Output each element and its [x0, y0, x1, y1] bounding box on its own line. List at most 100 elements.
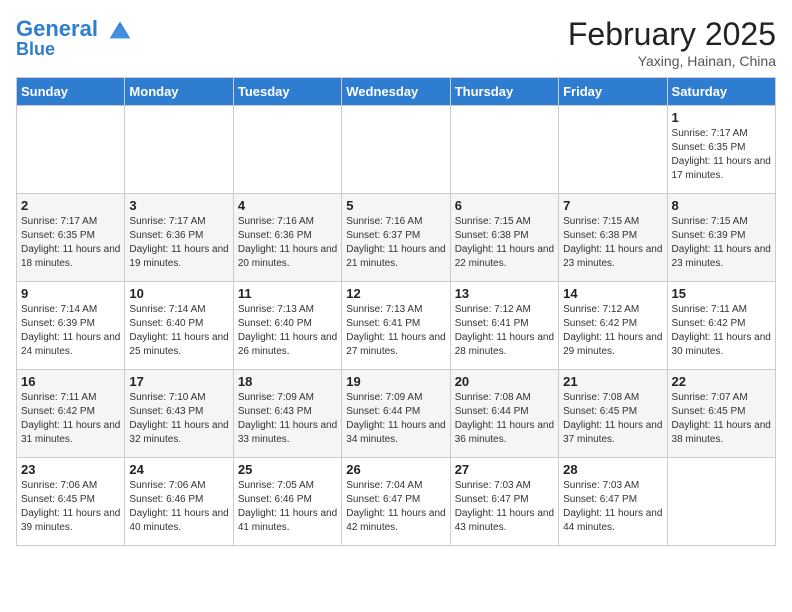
day-number: 11	[238, 286, 337, 301]
day-number: 28	[563, 462, 662, 477]
day-info: Sunrise: 7:09 AM Sunset: 6:43 PM Dayligh…	[238, 391, 337, 447]
calendar-cell: 12 Sunrise: 7:13 AM Sunset: 6:41 PM Dayli…	[342, 282, 450, 370]
day-number: 1	[672, 110, 771, 125]
day-of-week-header: Thursday	[450, 78, 558, 106]
calendar-week-row: 9 Sunrise: 7:14 AM Sunset: 6:39 PM Daylig…	[17, 282, 776, 370]
day-of-week-header: Wednesday	[342, 78, 450, 106]
day-info: Sunrise: 7:17 AM Sunset: 6:35 PM Dayligh…	[672, 127, 771, 183]
day-number: 10	[129, 286, 228, 301]
calendar-table: SundayMondayTuesdayWednesdayThursdayFrid…	[16, 77, 776, 546]
day-info: Sunrise: 7:13 AM Sunset: 6:41 PM Dayligh…	[346, 303, 445, 359]
day-info: Sunrise: 7:17 AM Sunset: 6:36 PM Dayligh…	[129, 215, 228, 271]
day-number: 7	[563, 198, 662, 213]
day-number: 13	[455, 286, 554, 301]
day-number: 25	[238, 462, 337, 477]
calendar-cell: 9 Sunrise: 7:14 AM Sunset: 6:39 PM Daylig…	[17, 282, 125, 370]
day-info: Sunrise: 7:13 AM Sunset: 6:40 PM Dayligh…	[238, 303, 337, 359]
calendar-cell: 15 Sunrise: 7:11 AM Sunset: 6:42 PM Dayli…	[667, 282, 775, 370]
day-number: 6	[455, 198, 554, 213]
day-info: Sunrise: 7:14 AM Sunset: 6:39 PM Dayligh…	[21, 303, 120, 359]
day-info: Sunrise: 7:12 AM Sunset: 6:42 PM Dayligh…	[563, 303, 662, 359]
day-number: 5	[346, 198, 445, 213]
day-info: Sunrise: 7:09 AM Sunset: 6:44 PM Dayligh…	[346, 391, 445, 447]
calendar-cell: 21Sunrise: 7:08 AM Sunset: 6:45 PM Dayli…	[559, 370, 667, 458]
calendar-week-row: 16 Sunrise: 7:11 AM Sunset: 6:42 PM Dayli…	[17, 370, 776, 458]
day-of-week-header: Sunday	[17, 78, 125, 106]
day-number: 20	[455, 374, 554, 389]
day-info: Sunrise: 7:11 AM Sunset: 6:42 PM Dayligh…	[21, 391, 120, 447]
calendar-cell	[450, 106, 558, 194]
day-info: Sunrise: 7:17 AM Sunset: 6:35 PM Dayligh…	[21, 215, 120, 271]
calendar-cell: 22 Sunrise: 7:07 AM Sunset: 6:45 PM Dayli…	[667, 370, 775, 458]
page-header: General Blue February 2025 Yaxing, Haina…	[16, 16, 776, 69]
calendar-cell: 19Sunrise: 7:09 AM Sunset: 6:44 PM Dayli…	[342, 370, 450, 458]
day-info: Sunrise: 7:16 AM Sunset: 6:36 PM Dayligh…	[238, 215, 337, 271]
day-number: 27	[455, 462, 554, 477]
logo-icon	[106, 16, 134, 44]
day-number: 9	[21, 286, 120, 301]
calendar-cell: 25Sunrise: 7:05 AM Sunset: 6:46 PM Dayli…	[233, 458, 341, 546]
calendar-cell	[17, 106, 125, 194]
day-of-week-header: Saturday	[667, 78, 775, 106]
calendar-cell: 7 Sunrise: 7:15 AM Sunset: 6:38 PM Daylig…	[559, 194, 667, 282]
calendar-cell: 17 Sunrise: 7:10 AM Sunset: 6:43 PM Dayli…	[125, 370, 233, 458]
calendar-cell: 16 Sunrise: 7:11 AM Sunset: 6:42 PM Dayli…	[17, 370, 125, 458]
calendar-cell: 10Sunrise: 7:14 AM Sunset: 6:40 PM Dayli…	[125, 282, 233, 370]
day-info: Sunrise: 7:15 AM Sunset: 6:38 PM Dayligh…	[563, 215, 662, 271]
location: Yaxing, Hainan, China	[568, 53, 776, 69]
day-number: 4	[238, 198, 337, 213]
day-number: 2	[21, 198, 120, 213]
day-number: 14	[563, 286, 662, 301]
calendar-cell	[125, 106, 233, 194]
day-info: Sunrise: 7:04 AM Sunset: 6:47 PM Dayligh…	[346, 479, 445, 535]
day-number: 17	[129, 374, 228, 389]
day-info: Sunrise: 7:08 AM Sunset: 6:45 PM Dayligh…	[563, 391, 662, 447]
day-info: Sunrise: 7:16 AM Sunset: 6:37 PM Dayligh…	[346, 215, 445, 271]
calendar-cell: 26 Sunrise: 7:04 AM Sunset: 6:47 PM Dayli…	[342, 458, 450, 546]
day-info: Sunrise: 7:03 AM Sunset: 6:47 PM Dayligh…	[455, 479, 554, 535]
day-number: 15	[672, 286, 771, 301]
calendar-cell: 13 Sunrise: 7:12 AM Sunset: 6:41 PM Dayli…	[450, 282, 558, 370]
calendar-cell: 11 Sunrise: 7:13 AM Sunset: 6:40 PM Dayli…	[233, 282, 341, 370]
title-block: February 2025 Yaxing, Hainan, China	[568, 16, 776, 69]
day-info: Sunrise: 7:07 AM Sunset: 6:45 PM Dayligh…	[672, 391, 771, 447]
day-info: Sunrise: 7:15 AM Sunset: 6:38 PM Dayligh…	[455, 215, 554, 271]
day-number: 26	[346, 462, 445, 477]
calendar-cell: 27 Sunrise: 7:03 AM Sunset: 6:47 PM Dayli…	[450, 458, 558, 546]
logo: General Blue	[16, 16, 134, 60]
day-number: 22	[672, 374, 771, 389]
day-info: Sunrise: 7:15 AM Sunset: 6:39 PM Dayligh…	[672, 215, 771, 271]
day-number: 8	[672, 198, 771, 213]
day-number: 18	[238, 374, 337, 389]
calendar-cell: 23Sunrise: 7:06 AM Sunset: 6:45 PM Dayli…	[17, 458, 125, 546]
calendar-cell: 4 Sunrise: 7:16 AM Sunset: 6:36 PM Daylig…	[233, 194, 341, 282]
day-number: 23	[21, 462, 120, 477]
calendar-cell	[667, 458, 775, 546]
day-of-week-header: Friday	[559, 78, 667, 106]
day-number: 16	[21, 374, 120, 389]
calendar-cell: 24 Sunrise: 7:06 AM Sunset: 6:46 PM Dayli…	[125, 458, 233, 546]
calendar-cell: 14 Sunrise: 7:12 AM Sunset: 6:42 PM Dayli…	[559, 282, 667, 370]
day-info: Sunrise: 7:10 AM Sunset: 6:43 PM Dayligh…	[129, 391, 228, 447]
day-number: 12	[346, 286, 445, 301]
calendar-week-row: 1 Sunrise: 7:17 AM Sunset: 6:35 PM Daylig…	[17, 106, 776, 194]
day-of-week-header: Monday	[125, 78, 233, 106]
day-info: Sunrise: 7:06 AM Sunset: 6:46 PM Dayligh…	[129, 479, 228, 535]
day-of-week-header: Tuesday	[233, 78, 341, 106]
calendar-header-row: SundayMondayTuesdayWednesdayThursdayFrid…	[17, 78, 776, 106]
day-number: 24	[129, 462, 228, 477]
calendar-cell: 20 Sunrise: 7:08 AM Sunset: 6:44 PM Dayli…	[450, 370, 558, 458]
calendar-cell: 1 Sunrise: 7:17 AM Sunset: 6:35 PM Daylig…	[667, 106, 775, 194]
day-info: Sunrise: 7:12 AM Sunset: 6:41 PM Dayligh…	[455, 303, 554, 359]
calendar-week-row: 23Sunrise: 7:06 AM Sunset: 6:45 PM Dayli…	[17, 458, 776, 546]
calendar-cell: 28Sunrise: 7:03 AM Sunset: 6:47 PM Dayli…	[559, 458, 667, 546]
calendar-cell: 5 Sunrise: 7:16 AM Sunset: 6:37 PM Daylig…	[342, 194, 450, 282]
calendar-body: 1 Sunrise: 7:17 AM Sunset: 6:35 PM Daylig…	[17, 106, 776, 546]
calendar-cell: 6 Sunrise: 7:15 AM Sunset: 6:38 PM Daylig…	[450, 194, 558, 282]
calendar-week-row: 2 Sunrise: 7:17 AM Sunset: 6:35 PM Daylig…	[17, 194, 776, 282]
day-info: Sunrise: 7:11 AM Sunset: 6:42 PM Dayligh…	[672, 303, 771, 359]
calendar-cell: 2 Sunrise: 7:17 AM Sunset: 6:35 PM Daylig…	[17, 194, 125, 282]
calendar-cell	[342, 106, 450, 194]
calendar-cell: 8 Sunrise: 7:15 AM Sunset: 6:39 PM Daylig…	[667, 194, 775, 282]
day-info: Sunrise: 7:08 AM Sunset: 6:44 PM Dayligh…	[455, 391, 554, 447]
